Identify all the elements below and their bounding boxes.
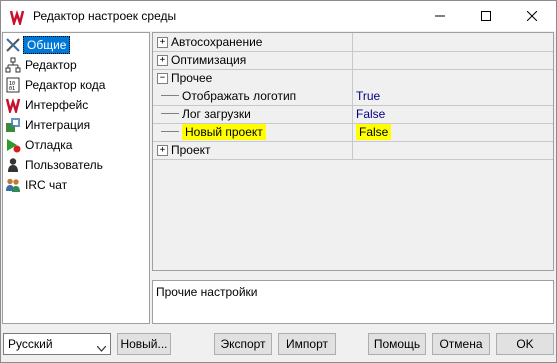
expand-icon[interactable]: +	[157, 36, 168, 48]
sidebar-item-integration[interactable]: Интеграция	[5, 115, 145, 134]
sidebar-item-label: Пользователь	[25, 157, 103, 172]
grid-row-name: Прочее	[171, 71, 213, 85]
grid-row-value[interactable]: True	[353, 87, 554, 105]
sidebar-item-label: IRC чат	[25, 177, 68, 192]
expand-icon[interactable]: +	[157, 144, 168, 156]
category-list: Общие Редактор 10 01 Редактор кода Интерф…	[2, 32, 150, 324]
window-title: Редактор настроек среды	[33, 9, 177, 23]
sidebar-item-user[interactable]: Пользователь	[5, 155, 145, 174]
debug-icon	[5, 137, 21, 153]
sidebar-item-label: Общие	[23, 35, 71, 54]
description-text: Прочие настройки	[156, 285, 258, 299]
sidebar-item-label: Редактор кода	[25, 77, 106, 92]
tools-icon	[5, 37, 21, 53]
sidebar-item-general[interactable]: Общие	[5, 35, 145, 54]
grid-row-other[interactable]: − Прочее	[153, 69, 553, 88]
grid-row-name: Автосохранение	[171, 35, 263, 49]
grid-row-name: Лог загрузки	[182, 107, 251, 121]
sidebar-item-label: Отладка	[25, 137, 73, 152]
property-grid: + Автосохранение + Оптимизация − Прочее Ото…	[152, 32, 554, 271]
import-button[interactable]: Импорт	[278, 333, 336, 355]
sidebar-item-irc-chat[interactable]: IRC чат	[5, 175, 145, 194]
grid-row-autosave[interactable]: + Автосохранение	[153, 33, 553, 52]
user-icon	[5, 157, 21, 173]
grid-row-value[interactable]: False	[353, 105, 554, 123]
language-value: Русский	[8, 337, 53, 351]
collapse-icon[interactable]: −	[157, 72, 168, 84]
users-icon	[5, 177, 21, 193]
app-logo-icon	[5, 97, 21, 115]
grid-row-show-logo[interactable]: Отображать логотип True	[153, 87, 553, 106]
tree-icon	[5, 57, 21, 73]
title-bar: Редактор настроек среды	[1, 1, 556, 31]
sidebar-item-interface[interactable]: Интерфейс	[5, 95, 145, 115]
sidebar-item-label: Редактор	[25, 57, 77, 72]
grid-row-name: Отображать логотип	[182, 89, 297, 103]
grid-row-load-log[interactable]: Лог загрузки False	[153, 105, 553, 124]
export-button[interactable]: Экспорт	[214, 333, 272, 355]
grid-row-new-project[interactable]: Новый проект False	[153, 123, 553, 142]
svg-text:01: 01	[9, 86, 15, 92]
description-panel: Прочие настройки	[152, 280, 554, 324]
sidebar-item-debug[interactable]: Отладка	[5, 135, 145, 154]
grid-row-value[interactable]: False	[356, 124, 392, 140]
integration-icon	[5, 117, 21, 133]
grid-row-name: Проект	[171, 143, 211, 157]
sidebar-item-code-editor[interactable]: 10 01 Редактор кода	[5, 75, 145, 94]
minimize-button[interactable]	[417, 1, 463, 31]
app-logo-icon	[9, 9, 25, 28]
chevron-down-icon	[96, 341, 107, 355]
new-button[interactable]: Новый...	[117, 333, 171, 355]
cancel-button[interactable]: Отмена	[432, 333, 490, 355]
sidebar-item-label: Интеграция	[25, 117, 91, 132]
grid-row-optimization[interactable]: + Оптимизация	[153, 51, 553, 70]
grid-row-name: Новый проект	[182, 124, 266, 140]
help-button[interactable]: Помощь	[368, 333, 426, 355]
language-select[interactable]: Русский	[3, 333, 111, 355]
ok-button[interactable]: OK	[496, 333, 554, 355]
sidebar-item-label: Интерфейс	[25, 97, 89, 112]
maximize-button[interactable]	[463, 1, 509, 31]
grid-row-project[interactable]: + Проект	[153, 141, 553, 160]
expand-icon[interactable]: +	[157, 54, 168, 66]
grid-row-name: Оптимизация	[171, 53, 247, 67]
code-icon: 10 01	[5, 77, 21, 93]
close-button[interactable]	[509, 1, 555, 31]
settings-window: Редактор настроек среды Общие Редактор 1…	[0, 0, 557, 363]
sidebar-item-editor[interactable]: Редактор	[5, 55, 145, 74]
